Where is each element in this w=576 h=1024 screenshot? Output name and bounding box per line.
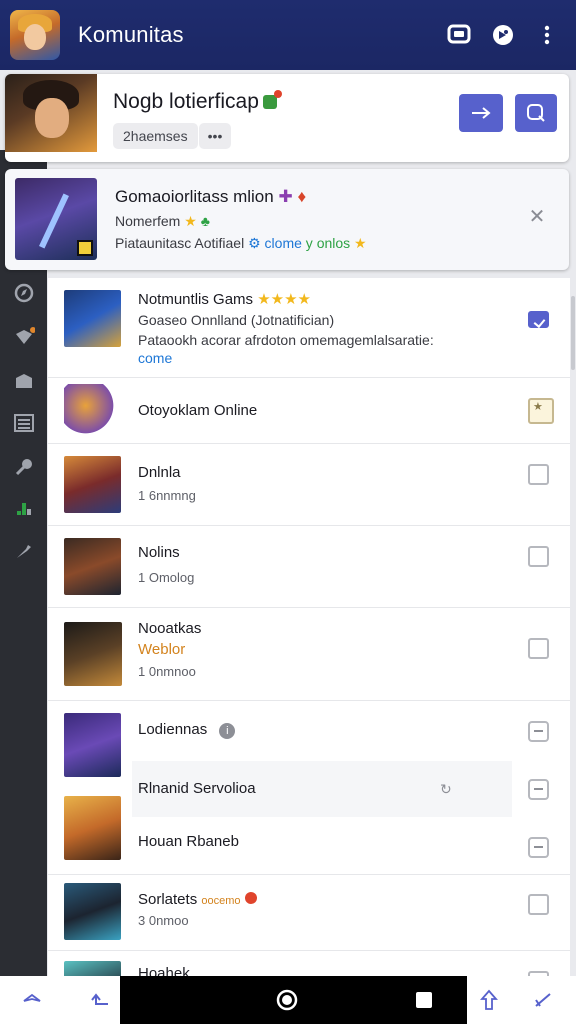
item-link[interactable]: come	[138, 350, 172, 366]
item-thumbnail	[64, 538, 121, 595]
scrollbar[interactable]	[571, 296, 575, 370]
close-icon[interactable]: ✕	[527, 207, 547, 227]
promo-description: Piataunitasc Aotifiael ⚙ clome y onlos ★	[115, 235, 367, 251]
list-item[interactable]: Nooatkas Weblor 1 0nmnoo	[48, 608, 570, 701]
item-checkbox[interactable]	[528, 398, 554, 424]
item-thumbnail	[64, 290, 121, 347]
tool-icon[interactable]	[13, 540, 35, 562]
item-name: Sorlatets	[138, 891, 198, 908]
chat-icon[interactable]	[444, 20, 474, 50]
gamepad-icon[interactable]	[13, 326, 35, 348]
item-sub: 3 0nmoo	[138, 913, 189, 928]
list-item-group: Lodiennas i Rlnanid Servolioa ↻ Houan Rb…	[48, 701, 570, 875]
community-list: Notmuntlis Gams ★★★★ Goaseo Onnlland (Jo…	[48, 278, 570, 992]
forward-button[interactable]	[459, 94, 503, 132]
item-checkbox[interactable]	[528, 464, 549, 485]
list-item[interactable]: Sorlatets oocemo 3 0nmoo	[48, 875, 570, 951]
hero-avatar	[5, 74, 97, 152]
home-icon[interactable]	[275, 988, 299, 1012]
list-item[interactable]: Notmuntlis Gams ★★★★ Goaseo Onnlland (Jo…	[48, 278, 570, 378]
info-icon: i	[219, 723, 236, 739]
item-name: Nooatkas	[138, 620, 202, 637]
alert-dot-icon	[244, 892, 257, 904]
app-root: Komunitas Nogb lotierficap 2haemses ••• …	[0, 0, 576, 1024]
upload-icon[interactable]	[477, 988, 501, 1012]
item-thumbnail	[64, 796, 121, 860]
compass-icon[interactable]	[13, 282, 35, 304]
chart-icon[interactable]	[13, 498, 35, 520]
item-checkbox[interactable]	[528, 779, 549, 800]
list-item[interactable]: Dnlnla 1 6nnmng	[48, 444, 570, 526]
star-rating-icon: ★★★★	[257, 291, 311, 308]
search-icon	[527, 104, 545, 122]
item-thumbnail	[64, 456, 121, 513]
bottom-nav	[0, 976, 576, 1024]
featured-title: Nogb lotierficap	[113, 90, 282, 114]
top-app-bar: Komunitas	[0, 0, 576, 70]
list-item[interactable]: Nolins 1 Omolog	[48, 526, 570, 608]
wrench-icon[interactable]	[13, 456, 35, 478]
item-checkbox[interactable]	[528, 894, 549, 915]
item-name: Nolins	[138, 544, 180, 561]
more-vert-icon[interactable]	[532, 20, 562, 50]
share-icon[interactable]	[20, 988, 44, 1012]
item-name[interactable]: Rlnanid Servolioa	[138, 780, 256, 797]
verified-badge-icon	[262, 90, 282, 109]
recents-icon[interactable]	[412, 988, 436, 1012]
more-chip[interactable]: •••	[199, 123, 231, 149]
promo-thumbnail	[15, 178, 97, 260]
item-line3: Pataookh acorar afrdoton omemagemlalsara…	[138, 332, 434, 348]
item-thumbnail	[64, 713, 121, 777]
loading-icon: ↻	[440, 781, 452, 797]
item-checkbox[interactable]	[528, 721, 549, 742]
item-thumbnail	[64, 883, 121, 940]
item-name: Otoyoklam Online	[138, 402, 258, 419]
back-arrow-icon[interactable]	[88, 988, 112, 1012]
promo-card[interactable]: Gomaoiorlitass mlion ✚ ♦ Nomerfem ★ ♣ Pi…	[5, 169, 569, 270]
promo-title: Gomaoiorlitass mlion ✚ ♦	[115, 187, 307, 206]
item-name: Dnlnla	[138, 464, 181, 481]
left-rail	[0, 150, 47, 980]
list-icon[interactable]	[13, 412, 35, 434]
check-icon[interactable]	[531, 988, 555, 1012]
item-name[interactable]: Houan Rbaneb	[138, 833, 239, 850]
discord-icon[interactable]	[488, 20, 518, 50]
item-sub: 1 6nnmng	[138, 488, 196, 503]
item-line2: Goaseo Onnlland (Jotnatifician)	[138, 312, 335, 328]
item-checkbox[interactable]	[528, 546, 549, 567]
search-button[interactable]	[515, 94, 557, 132]
featured-community-card[interactable]: Nogb lotierficap 2haemses •••	[5, 74, 569, 162]
item-sub: 1 Omolog	[138, 570, 195, 585]
item-name: Lodiennas	[138, 721, 208, 738]
item-thumbnail	[64, 622, 122, 686]
item-thumbnail	[64, 384, 118, 438]
item-sub: 1 0nmnoo	[138, 664, 196, 679]
arrow-right-icon	[472, 107, 491, 119]
item-checkbox[interactable]	[528, 311, 549, 328]
item-accent: Weblor	[138, 641, 186, 658]
list-item[interactable]: Otoyoklam Online	[48, 378, 570, 444]
page-title: Komunitas	[78, 22, 184, 47]
promo-subtitle: Nomerfem ★ ♣	[115, 213, 210, 229]
members-chip[interactable]: 2haemses	[113, 123, 198, 149]
item-checkbox[interactable]	[528, 638, 549, 659]
item-checkbox[interactable]	[528, 837, 549, 858]
app-logo	[10, 10, 60, 60]
item-name: Notmuntlis Gams	[138, 291, 254, 308]
inbox-icon[interactable]	[13, 370, 35, 392]
item-tag: oocemo	[201, 895, 241, 907]
